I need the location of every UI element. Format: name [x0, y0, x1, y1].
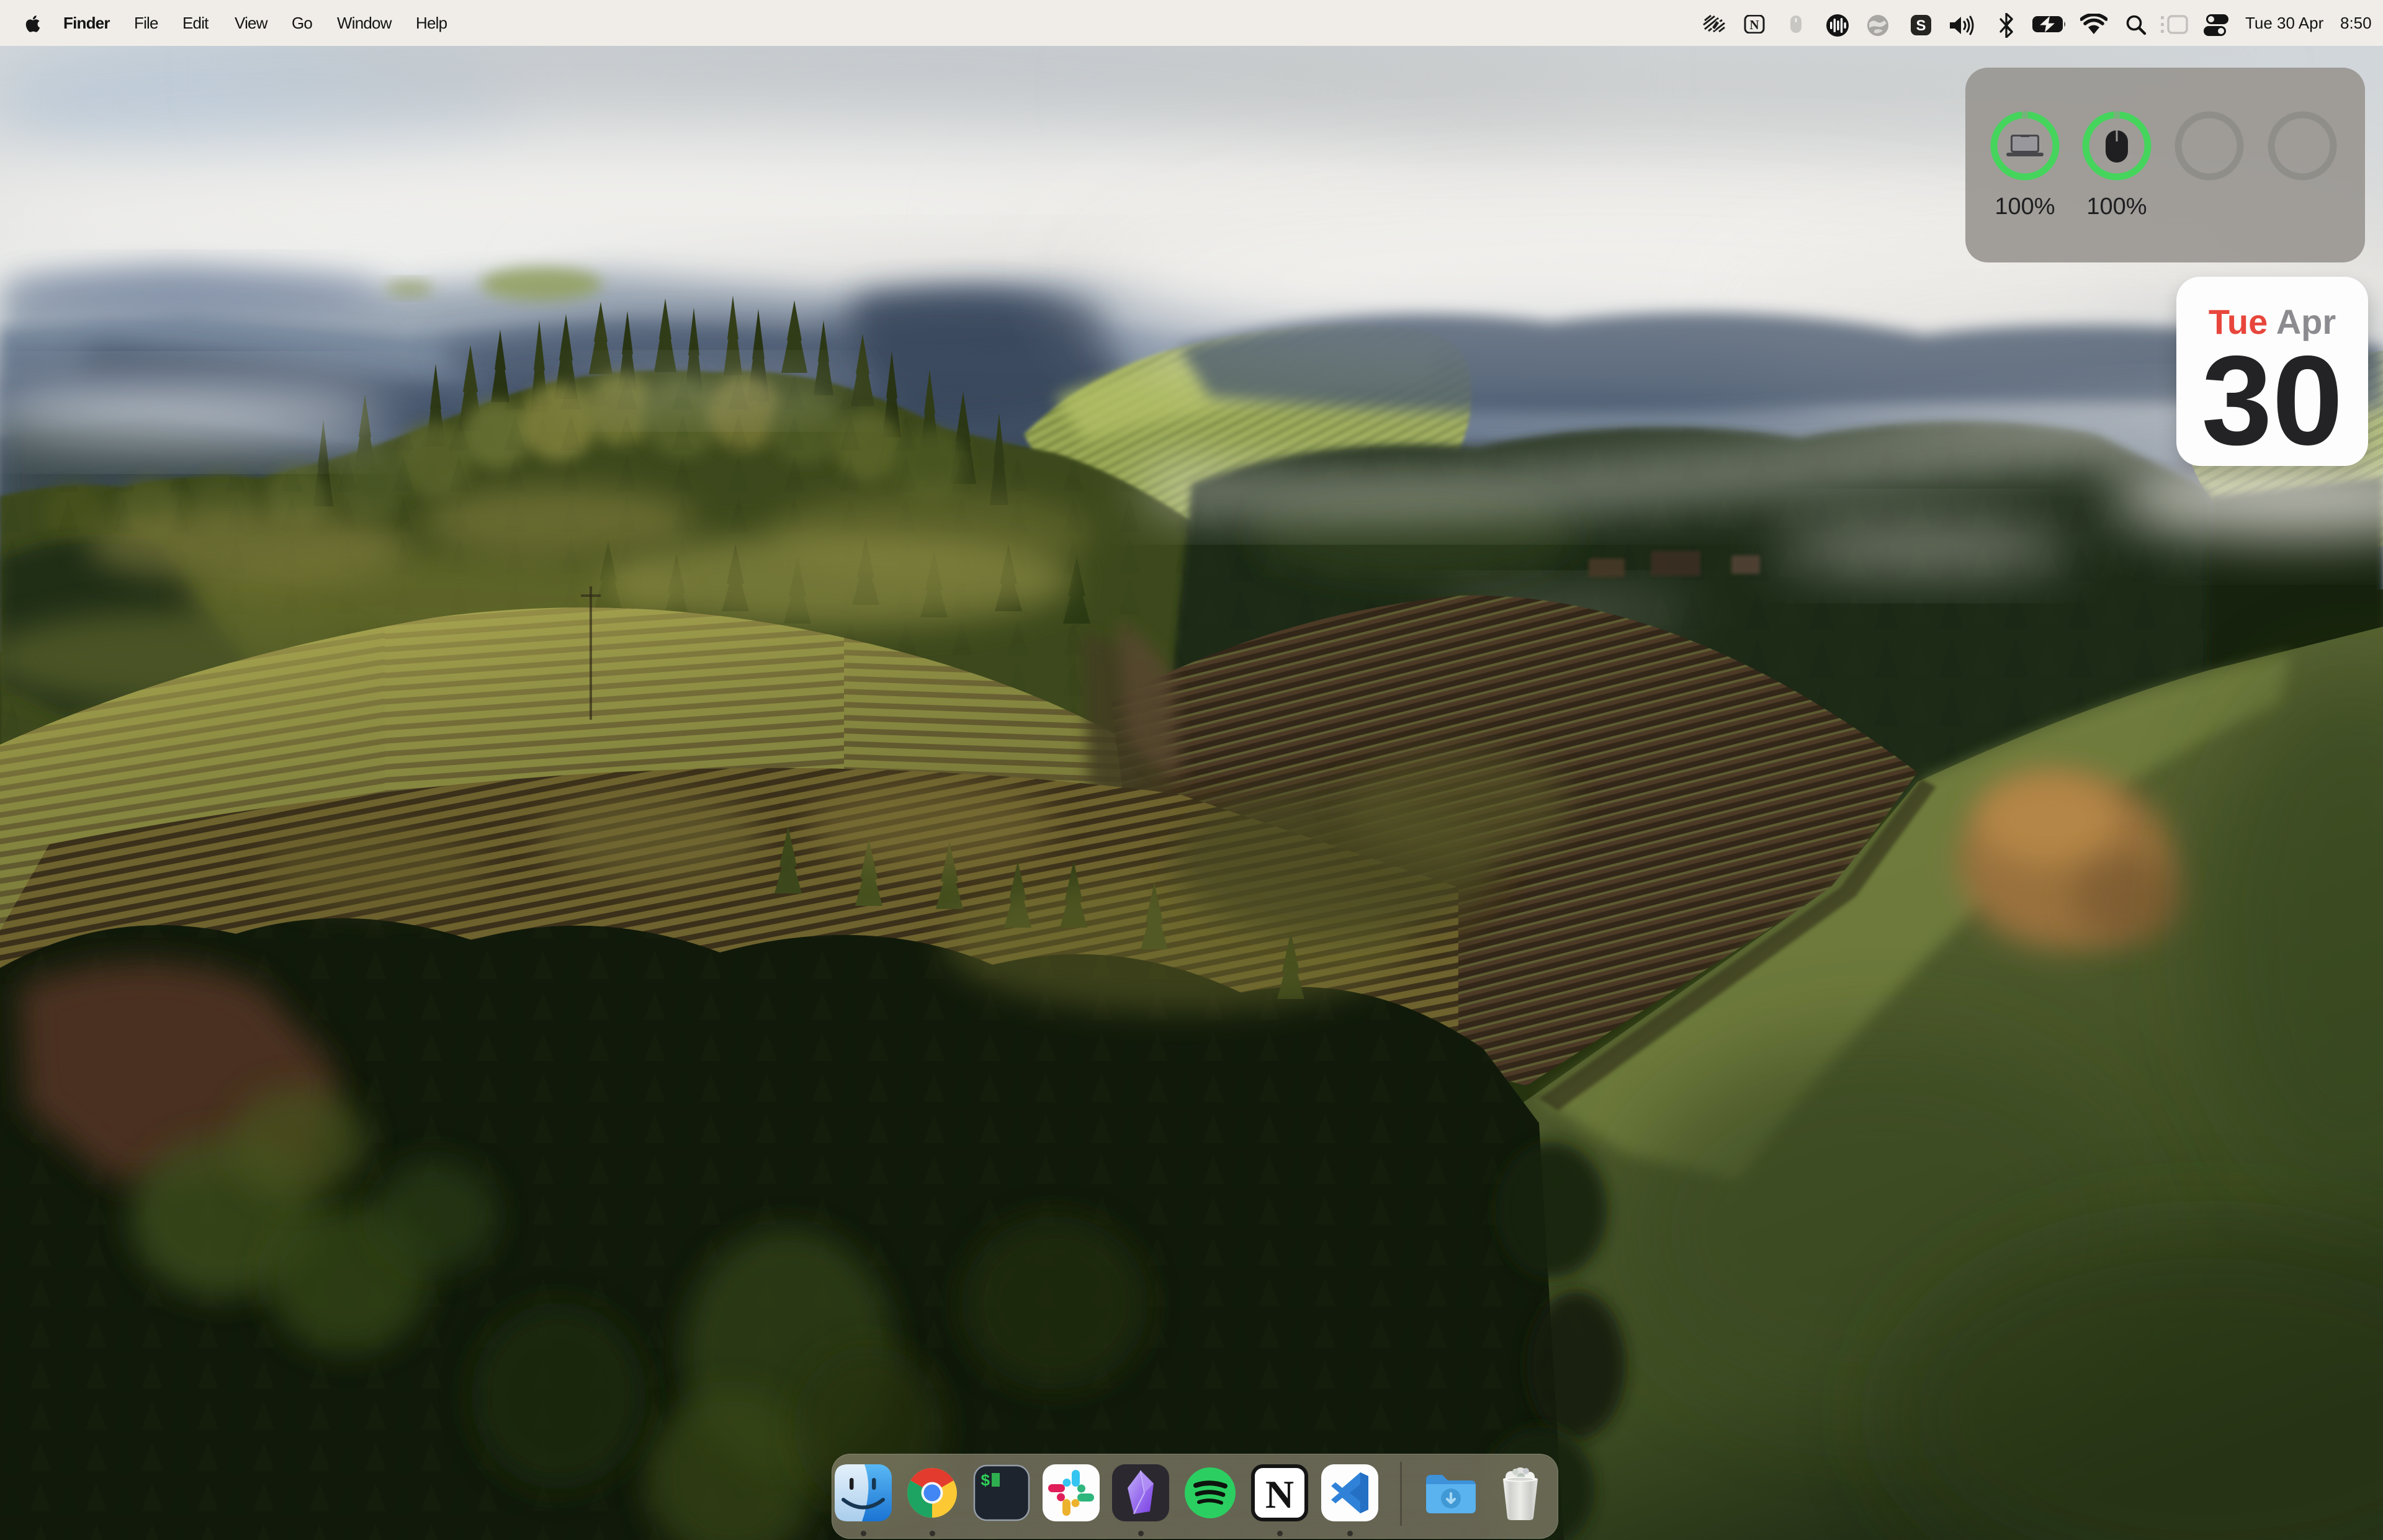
svg-text:N: N [1265, 1472, 1294, 1516]
svg-text:$: $ [981, 1472, 990, 1490]
svg-text:N: N [1749, 17, 1759, 32]
svg-text:S: S [1916, 17, 1926, 34]
